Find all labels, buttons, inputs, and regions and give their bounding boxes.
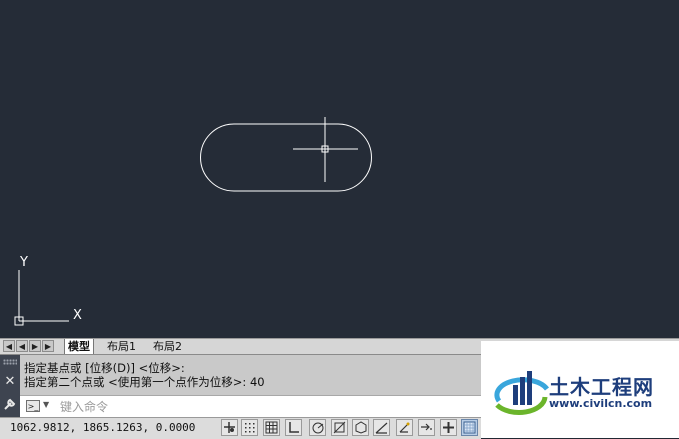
civilcn-logo-icon bbox=[494, 371, 550, 415]
watermark-logo: 土木工程网 www.civilcn.com bbox=[481, 341, 679, 438]
settings-icon[interactable] bbox=[3, 397, 17, 411]
crosshair-cursor bbox=[293, 117, 358, 182]
object-snap-tracking-button[interactable] bbox=[373, 419, 390, 436]
command-input[interactable] bbox=[58, 398, 472, 416]
dynamic-input-button[interactable] bbox=[418, 419, 435, 436]
history-line: 指定第二个点或 <使用第一个点作为位移>: 40 bbox=[24, 375, 265, 389]
drag-grip-icon[interactable] bbox=[3, 359, 17, 365]
watermark-title: 土木工程网 bbox=[549, 375, 654, 399]
tab-layout1[interactable]: 布局1 bbox=[104, 339, 139, 354]
first-tab-button[interactable]: ◀ bbox=[3, 340, 15, 352]
previous-tab-button[interactable]: ◀ bbox=[16, 340, 28, 352]
ucs-icon: Y X bbox=[14, 255, 82, 326]
coordinate-readout[interactable]: 1062.9812, 1865.1263, 0.0000 bbox=[10, 421, 195, 434]
obround-shape[interactable] bbox=[200, 123, 372, 192]
dynamic-ucs-button[interactable] bbox=[396, 419, 413, 436]
close-icon[interactable]: ✕ bbox=[3, 375, 17, 389]
3d-object-snap-button[interactable] bbox=[352, 419, 369, 436]
model-space[interactable]: Y X bbox=[0, 0, 679, 338]
command-prompt-icon[interactable]: >_ bbox=[26, 400, 40, 412]
quick-properties-button[interactable] bbox=[461, 419, 478, 436]
drawing-canvas[interactable]: Y X bbox=[0, 0, 679, 338]
infer-constraints-button[interactable] bbox=[221, 419, 238, 436]
tab-model[interactable]: 模型 bbox=[64, 339, 94, 354]
watermark-url: www.civilcn.com bbox=[549, 397, 653, 410]
tab-layout2[interactable]: 布局2 bbox=[150, 339, 185, 354]
grid-display-button[interactable] bbox=[263, 419, 280, 436]
chevron-down-icon[interactable]: ▼ bbox=[43, 400, 49, 409]
ucs-x-label: X bbox=[73, 308, 82, 323]
lineweight-button[interactable] bbox=[440, 419, 457, 436]
polar-tracking-button[interactable] bbox=[309, 419, 326, 436]
status-bar: 1062.9812, 1865.1263, 0.0000 bbox=[0, 417, 481, 439]
history-line: 指定基点或 [位移(D)] <位移>: bbox=[24, 361, 185, 375]
object-snap-button[interactable] bbox=[331, 419, 348, 436]
last-tab-button[interactable]: ▶ bbox=[42, 340, 54, 352]
ortho-mode-button[interactable] bbox=[285, 419, 302, 436]
snap-mode-button[interactable] bbox=[241, 419, 258, 436]
command-line-window: ✕ 指定基点或 [位移(D)] <位移>: 指定第二个点或 <使用第一个点作为位… bbox=[0, 354, 481, 418]
command-input-row: >_ ▼ bbox=[20, 395, 481, 418]
next-tab-button[interactable]: ▶ bbox=[29, 340, 41, 352]
ucs-y-label: Y bbox=[19, 255, 28, 270]
command-line-side-bar: ✕ bbox=[0, 355, 20, 417]
command-history: 指定基点或 [位移(D)] <位移>: 指定第二个点或 <使用第一个点作为位移>… bbox=[24, 361, 474, 389]
